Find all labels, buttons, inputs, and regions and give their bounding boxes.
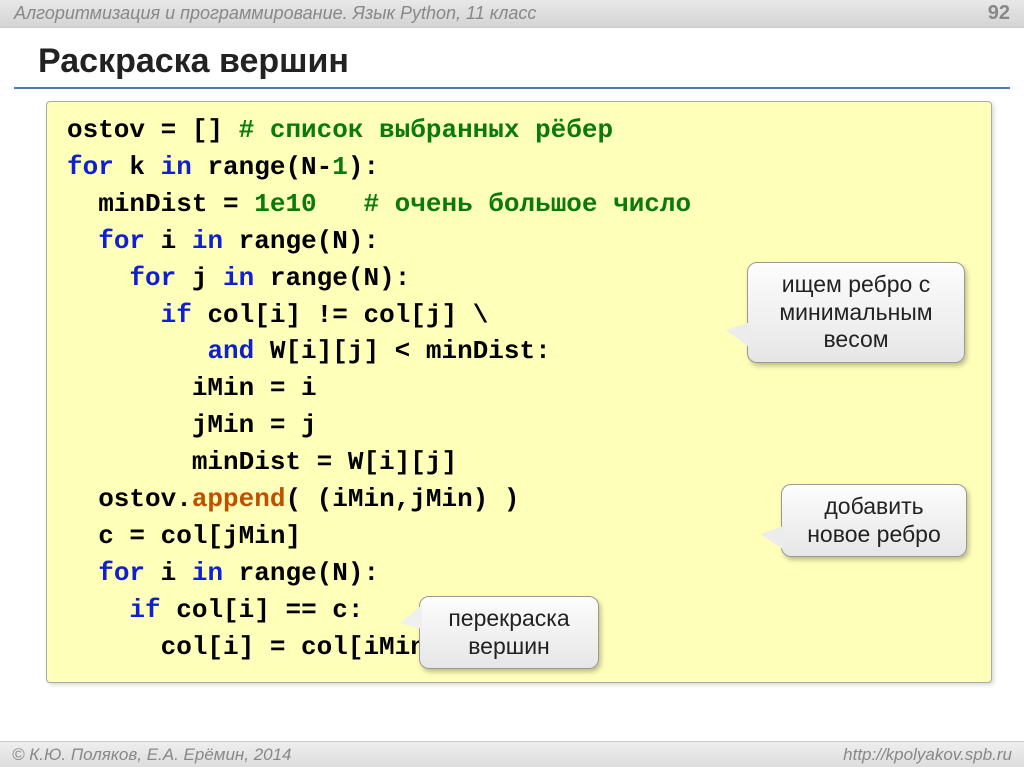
- slide-header: Алгоритмизация и программирование. Язык …: [0, 0, 1024, 28]
- callout-text: ищем ребро с минимальным весом: [779, 271, 932, 352]
- callout-text: перекраска вершин: [448, 605, 569, 659]
- subject-label: Алгоритмизация и программирование. Язык …: [14, 3, 536, 24]
- code-line: for k in range(N-1):: [67, 149, 971, 186]
- title-underline: [14, 87, 1010, 89]
- code-line: jMin = j: [67, 407, 971, 444]
- slide-footer: © К.Ю. Поляков, Е.А. Ерёмин, 2014 http:/…: [0, 741, 1024, 767]
- callout-tail: [400, 605, 422, 629]
- callout-min-edge: ищем ребро с минимальным весом: [747, 262, 965, 363]
- code-line: iMin = i: [67, 370, 971, 407]
- code-line: ostov = [] # список выбранных рёбер: [67, 112, 971, 149]
- callout-tail: [726, 322, 750, 348]
- slide-title: Раскраска вершин: [0, 28, 1024, 87]
- page-number: 92: [988, 2, 1010, 25]
- callout-add-edge: добавить новое ребро: [781, 484, 967, 557]
- copyright: © К.Ю. Поляков, Е.А. Ерёмин, 2014: [12, 745, 292, 765]
- callout-text: добавить новое ребро: [807, 493, 941, 547]
- callout-recolor: перекраска вершин: [419, 596, 599, 669]
- code-line: for i in range(N):: [67, 223, 971, 260]
- website: http://kpolyakov.spb.ru: [843, 745, 1012, 765]
- code-line: minDist = W[i][j]: [67, 444, 971, 481]
- code-block: ostov = [] # список выбранных рёбер for …: [46, 101, 992, 683]
- code-line: minDist = 1e10 # очень большое число: [67, 186, 971, 223]
- callout-tail: [760, 526, 784, 550]
- code-line: for i in range(N):: [67, 555, 971, 592]
